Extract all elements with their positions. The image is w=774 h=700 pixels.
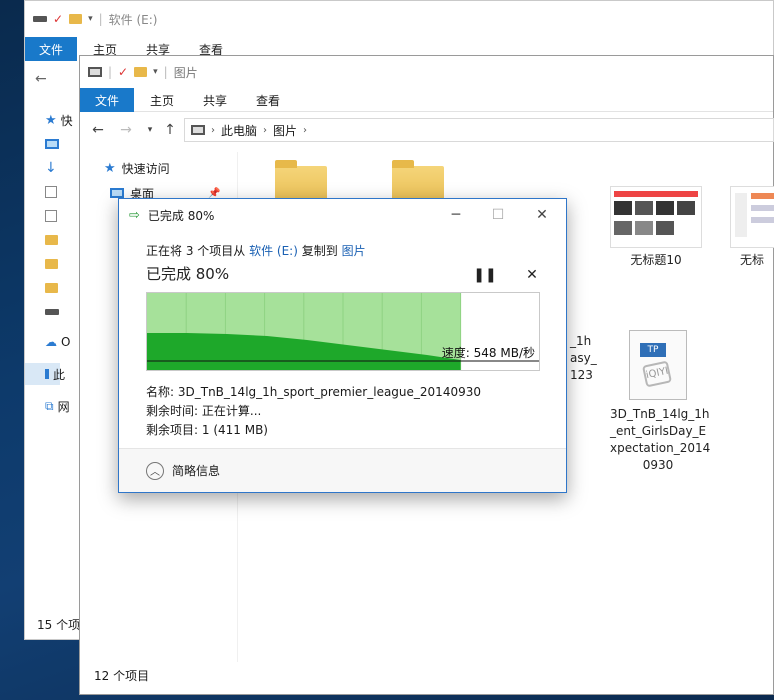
cancel-icon[interactable]: ✕ <box>522 265 542 285</box>
file-item[interactable]: 无标 <box>726 186 774 269</box>
drive-icon <box>45 309 59 315</box>
folder-icon <box>45 259 58 269</box>
back-sidebar-network[interactable]: ⧉ 网 <box>45 395 70 417</box>
minimize-icon[interactable]: ─ <box>441 205 471 225</box>
window-icon <box>88 67 102 77</box>
sidebar-item-quick-access[interactable]: ★ 快速访问 <box>104 160 170 177</box>
progress-title: 已完成 80% <box>146 265 230 283</box>
maximize-icon[interactable]: ☐ <box>483 205 513 225</box>
picture-icon <box>45 210 57 222</box>
chevron-right-icon[interactable]: › <box>303 125 307 136</box>
back-sidebar-item[interactable] <box>45 277 58 299</box>
less-details-button[interactable]: 简略信息 <box>172 462 220 479</box>
desktop-icon <box>45 139 59 149</box>
thumbnail-image <box>610 186 702 248</box>
download-icon: ↓ <box>45 160 57 176</box>
new-folder-icon[interactable] <box>134 67 148 77</box>
back-sidebar-item[interactable] <box>45 301 59 323</box>
back-window-titlebar[interactable]: ✓ ▾ | 软件 (E:) <box>25 1 773 37</box>
properties-icon[interactable]: ✓ <box>53 12 63 26</box>
nav-bar: ← → ▾ ↑ › 此电脑 › 图片 › <box>80 118 774 144</box>
tab-file[interactable]: 文件 <box>80 88 134 112</box>
network-icon: ⧉ <box>45 398 54 413</box>
dialog-footer: ︿ 简略信息 <box>119 448 566 492</box>
close-icon[interactable]: ✕ <box>527 205 557 225</box>
recent-chevron-icon[interactable]: ▾ <box>140 120 160 140</box>
back-sidebar-item[interactable] <box>45 205 57 227</box>
thumbnail-image <box>730 186 774 248</box>
desktop-icon <box>110 188 124 198</box>
back-arrow-icon[interactable]: ← <box>88 120 108 140</box>
address-pc-icon <box>191 125 205 135</box>
front-window-titlebar[interactable]: | ✓ ▾ | 图片 <box>80 56 773 88</box>
drive-icon <box>33 16 47 22</box>
back-sidebar-item[interactable] <box>45 181 57 203</box>
back-sidebar-item[interactable] <box>45 229 58 251</box>
breadcrumb-thispc[interactable]: 此电脑 <box>221 122 257 139</box>
file-name: _1h asy_ 123 <box>570 334 597 382</box>
chevron-right-icon[interactable]: › <box>263 125 267 136</box>
copy-description: 正在将 3 个项目从 软件 (E:) 复制到 图片 <box>146 244 366 258</box>
star-icon: ★ <box>45 112 57 128</box>
back-sidebar-quick[interactable]: ★ 快 <box>45 109 73 131</box>
copy-icon: ⇨ <box>129 207 140 223</box>
status-bar: 12 个项目 <box>94 669 150 683</box>
properties-icon[interactable]: ✓ <box>118 65 128 79</box>
file-item[interactable]: 无标题10 <box>608 186 704 269</box>
folder-icon <box>45 235 58 245</box>
computer-icon <box>45 369 49 379</box>
tab-view[interactable]: 查看 <box>256 88 280 112</box>
file-name: 3D_TnB_14lg_1h <box>610 407 710 421</box>
transfer-speed-graph: 速度: 548 MB/秒 <box>146 292 540 371</box>
back-window-title: 软件 (E:) <box>108 12 158 27</box>
back-sidebar-onedrive[interactable]: ☁ O <box>45 331 70 353</box>
current-file-name: 3D_TnB_14lg_1h_sport_premier_league_2014… <box>177 385 481 399</box>
file-item[interactable]: TP iQIYI 3D_TnB_14lg_1h _ent_GirlsDay_E … <box>610 330 710 474</box>
cloud-icon: ☁ <box>45 335 57 349</box>
pause-icon[interactable]: ❚❚ <box>473 265 496 285</box>
destination-link[interactable]: 图片 <box>342 244 366 258</box>
speed-label: 速度: 548 MB/秒 <box>441 346 535 360</box>
up-arrow-icon[interactable]: ↑ <box>160 120 180 140</box>
dropdown-icon[interactable]: ▾ <box>88 14 93 24</box>
file-name: 无标题10 <box>630 253 682 267</box>
back-sidebar-item[interactable] <box>45 133 59 155</box>
file-name: 无标 <box>740 253 765 267</box>
folder-icon <box>45 283 58 293</box>
detail-items: 剩余项目: 1 (411 MB) <box>146 423 268 437</box>
iqiyi-logo-icon: iQIYI <box>641 360 673 388</box>
source-link[interactable]: 软件 (E:) <box>249 244 298 258</box>
back-nav: ← <box>25 61 80 101</box>
detail-time: 剩余时间: 正在计算... <box>146 404 262 418</box>
back-sidebar-item[interactable] <box>45 253 58 275</box>
tab-home[interactable]: 主页 <box>150 88 174 112</box>
back-sidebar-item[interactable]: ↓ <box>45 157 57 179</box>
copy-progress-dialog: ⇨ 已完成 80% ─ ☐ ✕ 正在将 3 个项目从 软件 (E:) 复制到 图… <box>118 198 567 493</box>
dropdown-icon[interactable]: ▾ <box>153 67 158 77</box>
back-arrow-icon[interactable]: ← <box>35 71 47 87</box>
new-folder-icon[interactable] <box>69 14 83 24</box>
front-window-title: 图片 <box>173 65 198 80</box>
detail-name: 名称: 3D_TnB_14lg_1h_sport_premier_league_… <box>146 385 481 399</box>
forward-arrow-icon[interactable]: → <box>116 120 136 140</box>
video-file-icon: TP iQIYI <box>629 330 687 400</box>
star-icon: ★ <box>104 161 116 176</box>
pin-icon[interactable]: 📌 <box>208 188 220 199</box>
tab-share[interactable]: 共享 <box>203 88 227 112</box>
back-sidebar: ★ 快 ↓ ☁ O 此 ⧉ 网 <box>25 101 80 611</box>
back-tab-file[interactable]: 文件 <box>25 37 77 61</box>
back-sidebar-thispc[interactable]: 此 <box>25 363 65 385</box>
front-ribbon: 文件 主页 共享 查看 <box>80 88 773 112</box>
dialog-title: 已完成 80% <box>147 208 215 223</box>
chevron-right-icon[interactable]: › <box>211 125 215 136</box>
address-bar[interactable]: › 此电脑 › 图片 › <box>184 118 774 142</box>
collapse-chevron-icon[interactable]: ︿ <box>146 461 164 480</box>
document-icon <box>45 186 57 198</box>
breadcrumb-pictures[interactable]: 图片 <box>273 122 297 139</box>
file-item-partial[interactable]: _1h asy_ 123 <box>570 333 600 384</box>
